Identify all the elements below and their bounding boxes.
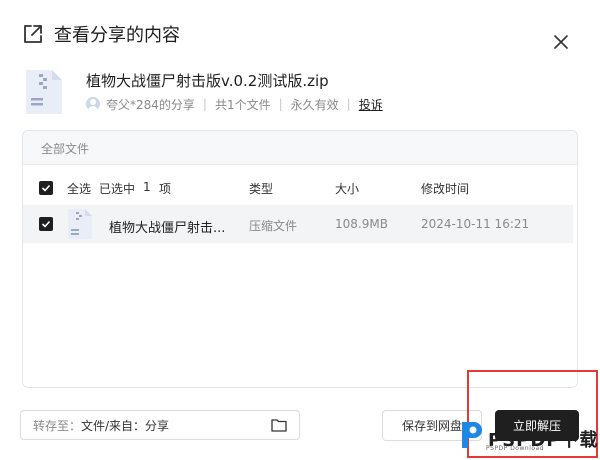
save-path-value: 文件/来自：分享 <box>81 418 170 433</box>
divider: | <box>346 97 351 111</box>
zip-file-icon <box>68 209 92 239</box>
folder-icon[interactable] <box>271 418 287 432</box>
check-icon <box>41 184 51 192</box>
breadcrumb-root[interactable]: 全部文件 <box>41 142 89 156</box>
validity: 永久有效 <box>290 97 339 112</box>
divider: | <box>202 97 207 111</box>
check-icon <box>41 220 51 228</box>
column-time: 修改时间 <box>421 182 470 196</box>
row-file-type: 压缩文件 <box>249 219 298 233</box>
sharer-name: 夸父*284的分享 <box>106 97 195 112</box>
file-list-panel: 全部文件 全选 已选中 1 项 类型 大小 修改时间 植物大战僵尸射击... 压… <box>22 130 578 388</box>
avatar <box>86 97 100 111</box>
selected-prefix: 已选中 <box>99 182 136 196</box>
shared-file-info: 植物大战僵尸射击版v.0.2测试版.zip 夸父*284的分享 | 共1个文件 … <box>22 66 582 118</box>
row-modified-time: 2024-10-11 16:21 <box>421 217 530 231</box>
breadcrumb: 全部文件 <box>23 131 577 165</box>
divider: | <box>278 97 283 111</box>
selected-count: 1 <box>143 180 151 194</box>
select-all-checkbox[interactable] <box>39 181 53 195</box>
row-file-size: 108.9MB <box>335 217 388 231</box>
select-all-label[interactable]: 全选 <box>67 180 91 197</box>
dialog-title: 查看分享的内容 <box>54 25 180 46</box>
close-icon[interactable] <box>552 33 570 51</box>
zip-file-icon <box>26 70 62 114</box>
share-preview-dialog: 查看分享的内容 植物大战僵尸射击版v.0.2测试版.zip 夸父*284的分享 … <box>0 0 600 460</box>
share-meta: 夸父*284的分享 | 共1个文件 | 永久有效 | 投诉 <box>86 95 383 113</box>
dialog-footer: 转存至： 文件/来自：分享 保存到网盘 立即解压 <box>0 400 600 460</box>
table-row[interactable]: 植物大战僵尸射击... 压缩文件 108.9MB 2024-10-11 16:2… <box>23 205 573 243</box>
row-checkbox[interactable] <box>39 217 53 231</box>
list-header: 全选 已选中 1 项 类型 大小 修改时间 <box>23 173 577 201</box>
selected-unit: 项 <box>159 182 172 196</box>
save-to-cloud-button[interactable]: 保存到网盘 <box>382 410 482 441</box>
share-external-icon <box>24 25 42 43</box>
column-size: 大小 <box>335 182 360 196</box>
column-type: 类型 <box>249 182 274 196</box>
save-path-label: 转存至： <box>33 418 82 433</box>
row-file-name[interactable]: 植物大战僵尸射击... <box>109 217 225 236</box>
dialog-header: 查看分享的内容 <box>22 20 180 48</box>
save-path-field[interactable]: 转存至： 文件/来自：分享 <box>20 410 300 440</box>
report-link[interactable]: 投诉 <box>359 96 383 113</box>
extract-now-button[interactable]: 立即解压 <box>495 410 579 441</box>
file-count: 共1个文件 <box>214 97 271 112</box>
file-name: 植物大战僵尸射击版v.0.2测试版.zip <box>86 72 329 90</box>
